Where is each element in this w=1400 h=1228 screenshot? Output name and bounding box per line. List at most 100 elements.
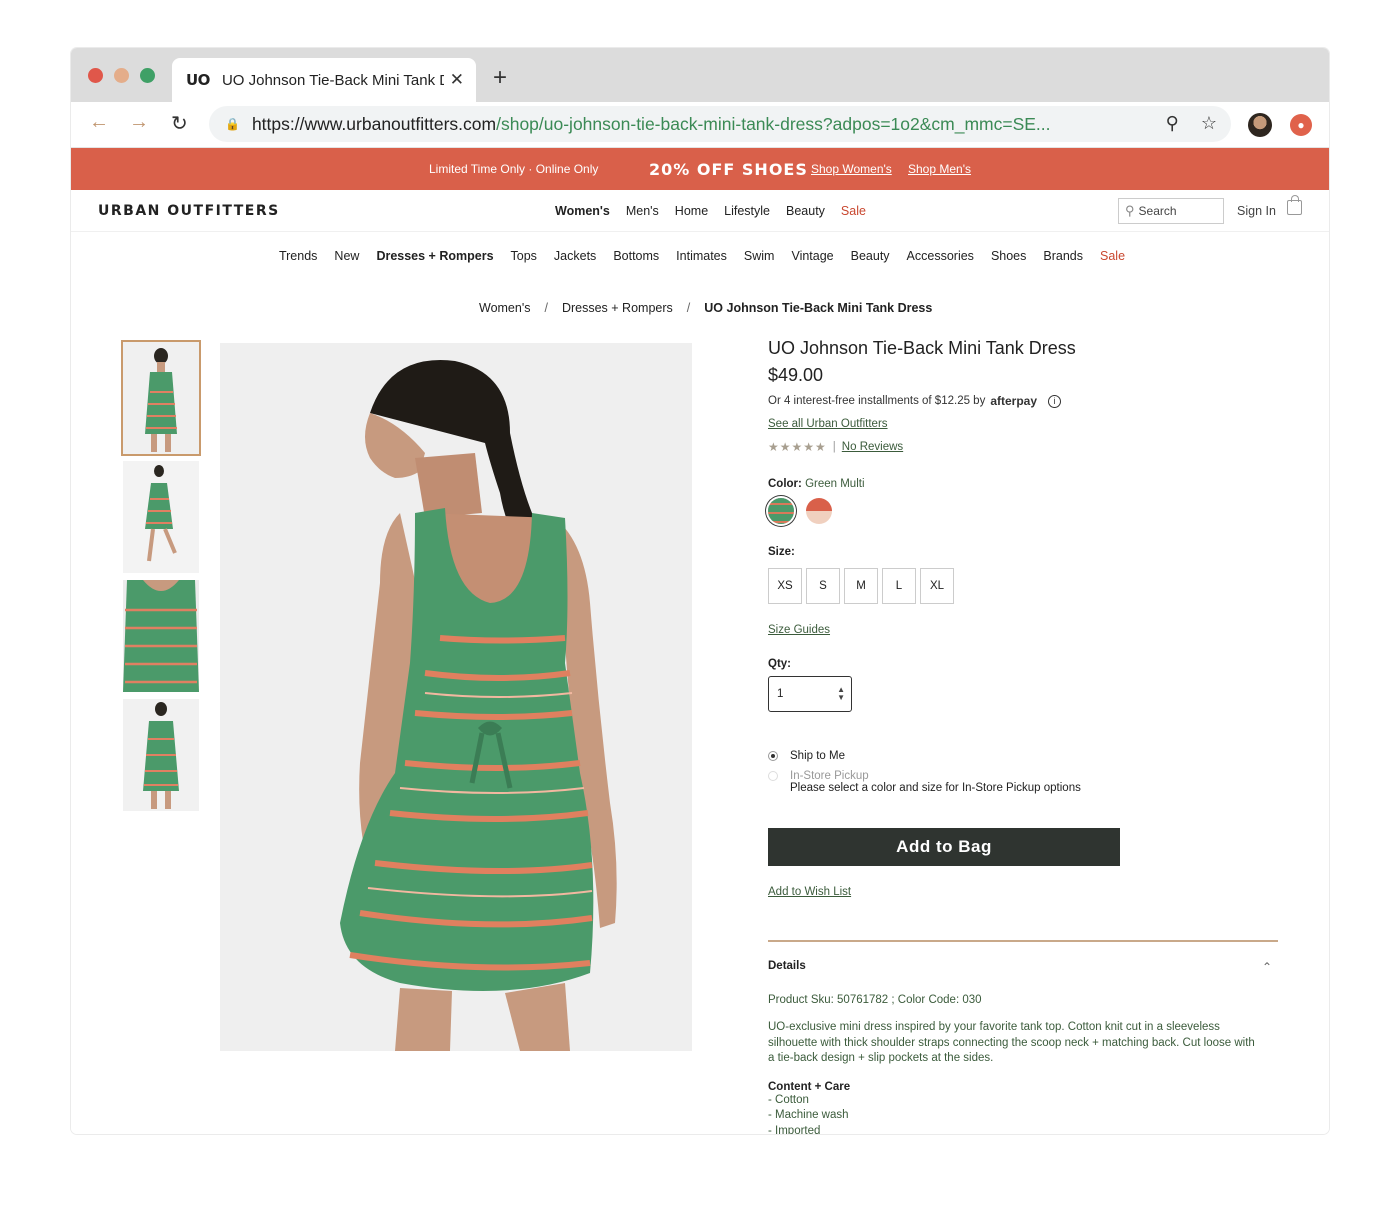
thumbnail-list xyxy=(121,340,202,818)
quantity-stepper[interactable]: 1 ▲ ▼ xyxy=(768,676,852,712)
nav-home[interactable]: Home xyxy=(675,204,708,218)
cat-beauty[interactable]: Beauty xyxy=(851,249,890,263)
info-icon[interactable]: i xyxy=(1048,394,1062,408)
size-xs[interactable]: XS xyxy=(768,568,802,604)
tab-strip: UO UO Johnson Tie-Back Mini Tank Dress |… xyxy=(71,48,1329,102)
cat-bottoms[interactable]: Bottoms xyxy=(613,249,659,263)
thumbnail-4[interactable] xyxy=(123,699,199,811)
nav-beauty[interactable]: Beauty xyxy=(786,204,825,218)
nav-sale[interactable]: Sale xyxy=(841,204,866,218)
size-xl[interactable]: XL xyxy=(920,568,954,604)
browser-tab[interactable]: UO UO Johnson Tie-Back Mini Tank Dress |… xyxy=(172,58,476,102)
close-window-button[interactable] xyxy=(88,68,103,83)
new-tab-button[interactable]: + xyxy=(493,64,507,92)
size-m[interactable]: M xyxy=(844,568,878,604)
care-list: - Cotton - Machine wash - Imported xyxy=(768,1093,1288,1135)
nav-lifestyle[interactable]: Lifestyle xyxy=(724,204,770,218)
color-swatches xyxy=(768,498,1288,524)
url-text[interactable]: https://www.urbanoutfitters.com/shop/uo-… xyxy=(252,114,1142,135)
in-store-note: Please select a color and size for In-St… xyxy=(790,782,1081,794)
shop-womens-link[interactable]: Shop Women's xyxy=(811,162,892,176)
size-s[interactable]: S xyxy=(806,568,840,604)
thumbnail-1[interactable] xyxy=(121,340,201,456)
tab-title: UO Johnson Tie-Back Mini Tank Dress | Ur… xyxy=(221,71,444,89)
zoom-icon[interactable]: ⚲ xyxy=(1166,113,1179,134)
address-bar[interactable]: 🔒 https://www.urbanoutfitters.com/shop/u… xyxy=(209,106,1231,142)
rating-row: ★★★★★ | No Reviews xyxy=(768,440,904,454)
browser-window: UO UO Johnson Tie-Back Mini Tank Dress |… xyxy=(71,48,1329,1134)
cat-sale[interactable]: Sale xyxy=(1100,249,1125,263)
afterpay-line: Or 4 interest-free installments of $12.2… xyxy=(768,394,1288,408)
cat-intimates[interactable]: Intimates xyxy=(676,249,727,263)
ship-to-me-option[interactable]: Ship to Me xyxy=(768,750,1288,762)
nav-womens[interactable]: Women's xyxy=(555,204,610,218)
maximize-window-button[interactable] xyxy=(140,68,155,83)
breadcrumb-dresses[interactable]: Dresses + Rompers xyxy=(562,301,673,315)
cat-accessories[interactable]: Accessories xyxy=(907,249,974,263)
cat-tops[interactable]: Tops xyxy=(511,249,537,263)
uo-favicon-icon: UO xyxy=(186,71,210,89)
product-price: $49.00 xyxy=(768,365,824,385)
bookmark-star-icon[interactable]: ☆ xyxy=(1201,113,1217,134)
sign-in-link[interactable]: Sign In xyxy=(1237,204,1276,218)
shop-mens-link[interactable]: Shop Men's xyxy=(908,162,971,176)
product-sku: Product Sku: 50761782 ; Color Code: 030 xyxy=(768,994,982,1006)
nav-mens[interactable]: Men's xyxy=(626,204,659,218)
cat-brands[interactable]: Brands xyxy=(1043,249,1083,263)
add-to-wish-list-link[interactable]: Add to Wish List xyxy=(768,886,1288,898)
product-title: UO Johnson Tie-Back Mini Tank Dress xyxy=(768,338,1076,358)
thumbnail-3[interactable] xyxy=(123,580,199,692)
extension-icon[interactable]: ● xyxy=(1290,114,1312,136)
details-toggle[interactable]: Details ⌃ xyxy=(768,960,1278,974)
breadcrumb-separator: / xyxy=(544,301,548,315)
search-icon: ⚲ xyxy=(1125,203,1135,218)
swatch-orange[interactable] xyxy=(806,498,832,524)
cat-swim[interactable]: Swim xyxy=(744,249,775,263)
cat-dresses-rompers[interactable]: Dresses + Rompers xyxy=(376,249,493,263)
product-description: UO-exclusive mini dress inspired by your… xyxy=(768,1021,1255,1064)
cat-shoes[interactable]: Shoes xyxy=(991,249,1026,263)
color-value: Green Multi xyxy=(805,478,865,490)
see-all-brand-link[interactable]: See all Urban Outfitters xyxy=(768,418,1288,430)
product-info: UO Johnson Tie-Back Mini Tank Dress $49.… xyxy=(768,338,1288,1134)
size-guides-link[interactable]: Size Guides xyxy=(768,624,1288,636)
stepper-arrows-icon[interactable]: ▲ ▼ xyxy=(837,686,845,702)
profile-avatar[interactable] xyxy=(1248,113,1272,137)
logo[interactable]: URBAN OUTFITTERS xyxy=(98,203,280,219)
afterpay-logo: afterpay xyxy=(990,394,1038,408)
promo-headline: 20% OFF SHOES xyxy=(649,159,808,179)
cat-trends[interactable]: Trends xyxy=(279,249,317,263)
close-icon[interactable]: ✕ xyxy=(450,70,464,90)
breadcrumb-separator: / xyxy=(686,301,691,315)
reload-icon[interactable]: ↻ xyxy=(171,111,188,136)
cat-vintage[interactable]: Vintage xyxy=(791,249,833,263)
product-main-image[interactable] xyxy=(220,343,692,1051)
breadcrumb: Women's / Dresses + Rompers / UO Johnson… xyxy=(479,301,932,315)
shopping-bag-icon[interactable] xyxy=(1287,195,1302,215)
qty-label: Qty: xyxy=(768,658,791,670)
add-to-bag-button[interactable]: Add to Bag xyxy=(768,828,1120,866)
page-content: Limited Time Only · Online Only 20% OFF … xyxy=(71,148,1329,1134)
breadcrumb-womens[interactable]: Women's xyxy=(479,301,530,315)
in-store-radio xyxy=(768,771,778,781)
search-input[interactable]: ⚲ Search xyxy=(1118,198,1224,224)
forward-arrow-icon[interactable]: → xyxy=(129,111,149,134)
reviews-link[interactable]: No Reviews xyxy=(842,441,903,453)
lock-icon: 🔒 xyxy=(225,117,240,131)
thumbnail-2[interactable] xyxy=(123,461,199,573)
back-arrow-icon[interactable]: ← xyxy=(89,111,109,134)
size-label: Size: xyxy=(768,546,795,558)
care-item: - Machine wash xyxy=(768,1109,849,1121)
swatch-green-multi[interactable] xyxy=(768,498,794,524)
ship-to-me-radio[interactable] xyxy=(768,751,778,761)
size-options: XS S M L XL xyxy=(768,568,1288,604)
size-l[interactable]: L xyxy=(882,568,916,604)
care-item: - Imported xyxy=(768,1124,821,1135)
color-label-row: Color: Green Multi xyxy=(768,478,865,490)
minimize-window-button[interactable] xyxy=(114,68,129,83)
promo-text: Limited Time Only · Online Only xyxy=(429,162,599,176)
cat-new[interactable]: New xyxy=(334,249,359,263)
care-item: - Cotton xyxy=(768,1093,809,1106)
in-store-label: In-Store Pickup xyxy=(790,770,869,782)
cat-jackets[interactable]: Jackets xyxy=(554,249,596,263)
